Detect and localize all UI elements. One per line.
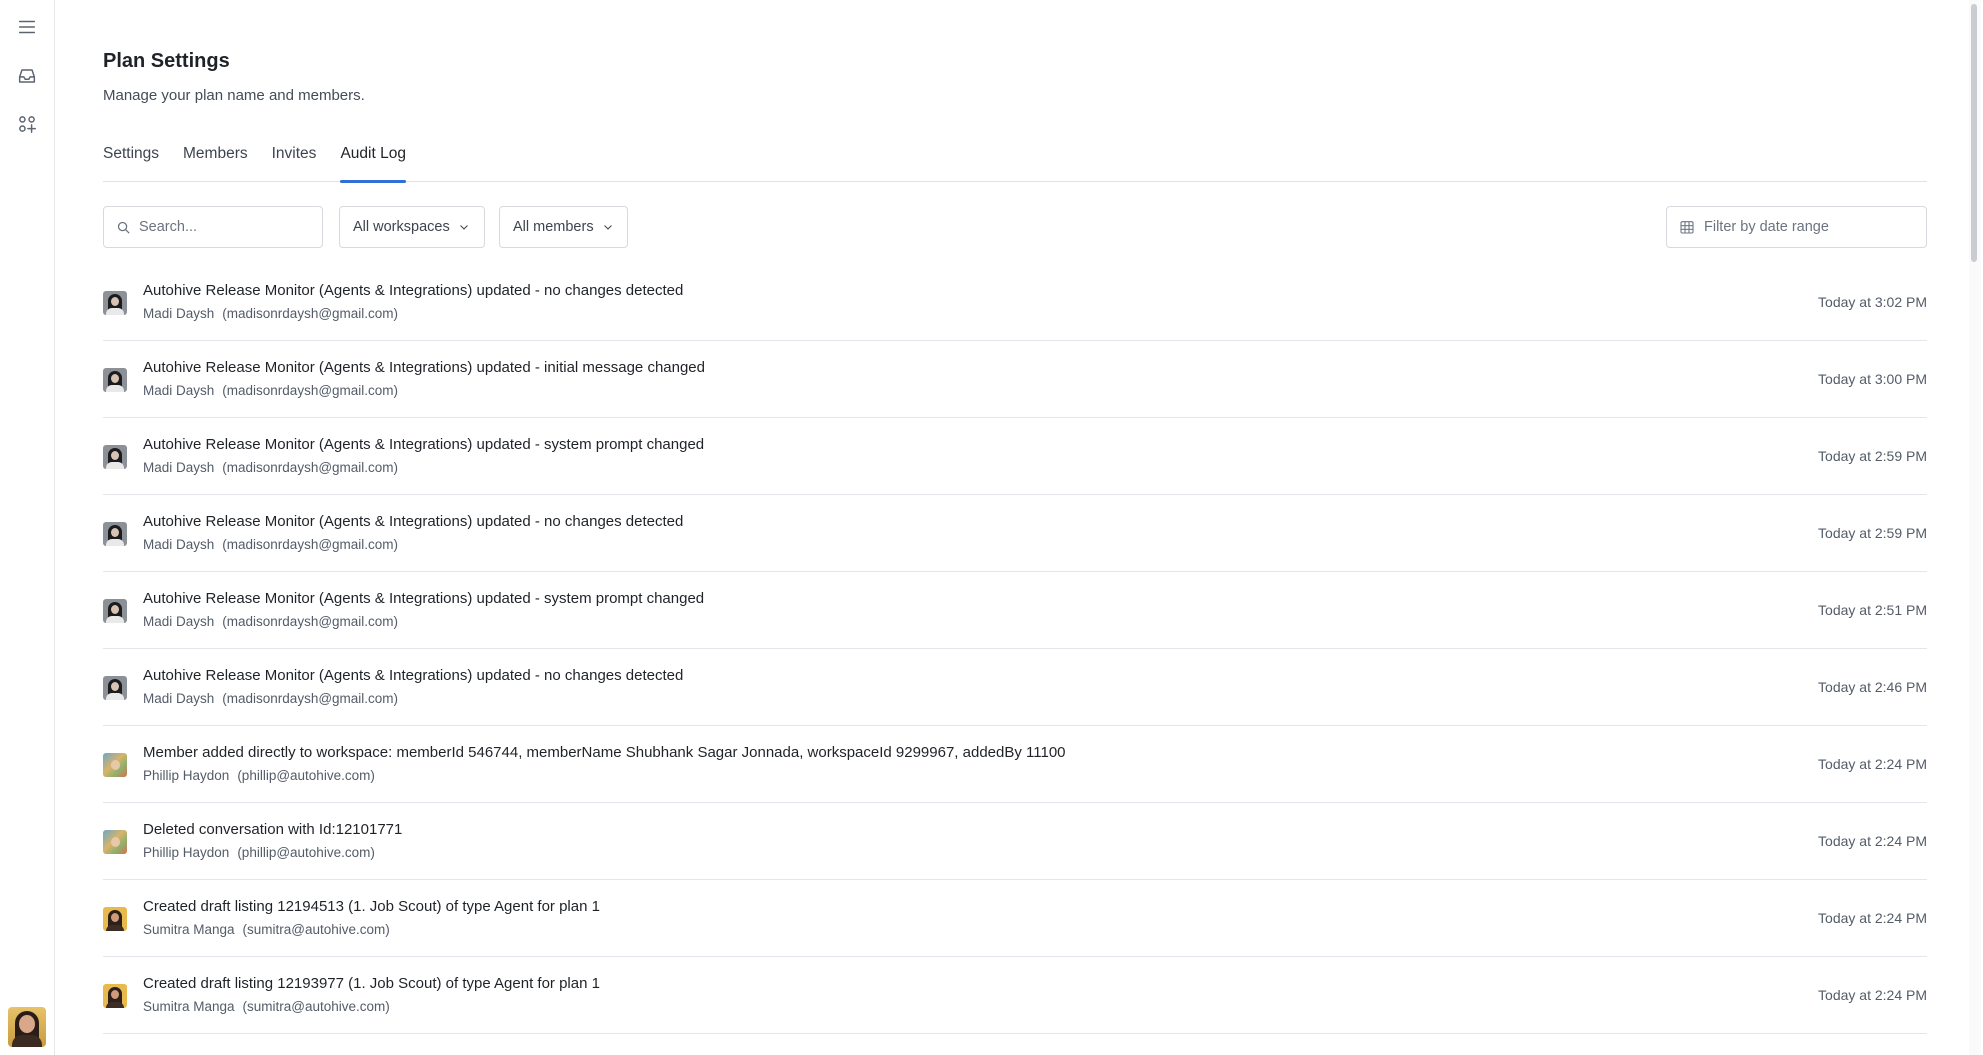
audit-log-row[interactable]: Created draft listing 12194513 (1. Job S… [103, 880, 1927, 957]
log-timestamp: Today at 2:59 PM [1818, 525, 1927, 541]
log-user: Phillip Haydon (phillip@autohive.com) [143, 845, 375, 860]
log-user: Sumitra Manga (sumitra@autohive.com) [143, 922, 390, 937]
user-avatar [103, 368, 127, 392]
log-timestamp: Today at 3:00 PM [1818, 371, 1927, 387]
log-user-email: (madisonrdaysh@gmail.com) [222, 614, 399, 629]
page-title: Plan Settings [103, 50, 230, 72]
log-message: Member added directly to workspace: memb… [143, 744, 1066, 761]
log-timestamp: Today at 2:24 PM [1818, 987, 1927, 1003]
log-user: Madi Daysh (madisonrdaysh@gmail.com) [143, 306, 398, 321]
log-user-name: Phillip Haydon [143, 845, 230, 860]
user-avatar[interactable] [8, 1007, 46, 1047]
log-user: Madi Daysh (madisonrdaysh@gmail.com) [143, 537, 398, 552]
log-user-email: (madisonrdaysh@gmail.com) [222, 691, 399, 706]
log-message: Autohive Release Monitor (Agents & Integ… [143, 436, 705, 453]
log-timestamp: Today at 2:24 PM [1818, 756, 1927, 772]
audit-log-row[interactable]: Autohive Release Monitor (Agents & Integ… [103, 495, 1927, 572]
date-range-placeholder: Filter by date range [1704, 219, 1829, 235]
log-user-name: Phillip Haydon [143, 768, 230, 783]
search-input[interactable] [139, 219, 309, 235]
search-icon [117, 221, 130, 234]
log-user: Sumitra Manga (sumitra@autohive.com) [143, 999, 390, 1014]
user-avatar [103, 445, 127, 469]
tab-members[interactable]: Members [183, 143, 248, 182]
audit-log-row[interactable]: Autohive Release Monitor (Agents & Integ… [103, 572, 1927, 649]
log-user-name: Sumitra Manga [143, 999, 235, 1014]
chevron-down-icon [603, 225, 612, 230]
log-timestamp: Today at 2:24 PM [1818, 833, 1927, 849]
page-subtitle: Manage your plan name and members. [103, 87, 365, 104]
log-message: Autohive Release Monitor (Agents & Integ… [143, 667, 684, 684]
log-timestamp: Today at 2:24 PM [1818, 910, 1927, 926]
user-avatar [103, 830, 127, 854]
log-message: Autohive Release Monitor (Agents & Integ… [143, 282, 684, 299]
log-user-email: (phillip@autohive.com) [237, 845, 375, 860]
user-avatar [103, 907, 127, 931]
log-user-name: Madi Daysh [143, 537, 215, 552]
audit-log-row[interactable]: Created draft listing 12193977 (1. Job S… [103, 957, 1927, 1034]
user-avatar [103, 676, 127, 700]
log-message: Created draft listing 12193977 (1. Job S… [143, 975, 600, 992]
log-user-name: Sumitra Manga [143, 922, 235, 937]
log-user-name: Madi Daysh [143, 306, 215, 321]
log-user-email: (sumitra@autohive.com) [242, 922, 390, 937]
tab-audit-log[interactable]: Audit Log [340, 143, 406, 183]
tab-settings[interactable]: Settings [103, 143, 159, 182]
date-range-filter[interactable]: Filter by date range [1666, 206, 1927, 248]
search-box[interactable] [103, 206, 323, 248]
log-user-name: Madi Daysh [143, 691, 215, 706]
log-user-email: (madisonrdaysh@gmail.com) [222, 537, 399, 552]
log-timestamp: Today at 2:51 PM [1818, 602, 1927, 618]
tab-invites[interactable]: Invites [272, 143, 317, 182]
user-avatar [103, 599, 127, 623]
log-message: Autohive Release Monitor (Agents & Integ… [143, 359, 705, 376]
audit-log-row[interactable]: Deleted conversation with Id:12101771 Ph… [103, 803, 1927, 880]
user-avatar [103, 984, 127, 1008]
audit-log-list: Autohive Release Monitor (Agents & Integ… [103, 264, 1927, 1034]
scrollbar-thumb[interactable] [1971, 4, 1977, 262]
log-user: Phillip Haydon (phillip@autohive.com) [143, 768, 375, 783]
log-message: Deleted conversation with Id:12101771 [143, 821, 403, 838]
audit-log-row[interactable]: Member added directly to workspace: memb… [103, 726, 1927, 803]
log-user-email: (madisonrdaysh@gmail.com) [222, 383, 399, 398]
user-avatar [103, 522, 127, 546]
log-user-name: Madi Daysh [143, 614, 215, 629]
log-user-name: Madi Daysh [143, 460, 215, 475]
inbox-icon[interactable] [14, 63, 40, 89]
audit-log-row[interactable]: Autohive Release Monitor (Agents & Integ… [103, 264, 1927, 341]
log-user-email: (sumitra@autohive.com) [242, 999, 390, 1014]
audit-log-row[interactable]: Autohive Release Monitor (Agents & Integ… [103, 418, 1927, 495]
user-avatar [103, 291, 127, 315]
workspaces-dropdown-label: All workspaces [353, 219, 450, 235]
apps-icon[interactable] [14, 111, 40, 137]
log-user-name: Madi Daysh [143, 383, 215, 398]
workspaces-dropdown[interactable]: All workspaces [339, 206, 485, 248]
page-scrollbar[interactable] [1969, 0, 1981, 1055]
log-timestamp: Today at 3:02 PM [1818, 294, 1927, 310]
chevron-down-icon [459, 225, 468, 230]
log-message: Created draft listing 12194513 (1. Job S… [143, 898, 600, 915]
user-avatar [103, 753, 127, 777]
log-user-email: (phillip@autohive.com) [237, 768, 375, 783]
audit-log-row[interactable]: Autohive Release Monitor (Agents & Integ… [103, 649, 1927, 726]
log-user: Madi Daysh (madisonrdaysh@gmail.com) [143, 614, 398, 629]
log-user: Madi Daysh (madisonrdaysh@gmail.com) [143, 383, 398, 398]
log-message: Autohive Release Monitor (Agents & Integ… [143, 513, 684, 530]
menu-icon[interactable] [14, 14, 40, 40]
audit-log-row[interactable]: Autohive Release Monitor (Agents & Integ… [103, 341, 1927, 418]
log-user-email: (madisonrdaysh@gmail.com) [222, 460, 399, 475]
calendar-icon [1680, 221, 1694, 234]
log-user: Madi Daysh (madisonrdaysh@gmail.com) [143, 691, 398, 706]
members-dropdown-label: All members [513, 219, 594, 235]
log-timestamp: Today at 2:59 PM [1818, 448, 1927, 464]
members-dropdown[interactable]: All members [499, 206, 628, 248]
filter-bar: All workspaces All members Filter by dat… [103, 206, 1927, 248]
log-message: Autohive Release Monitor (Agents & Integ… [143, 590, 705, 607]
log-user: Madi Daysh (madisonrdaysh@gmail.com) [143, 460, 398, 475]
log-user-email: (madisonrdaysh@gmail.com) [222, 306, 399, 321]
log-timestamp: Today at 2:46 PM [1818, 679, 1927, 695]
left-rail [0, 0, 55, 1055]
tab-bar: Settings Members Invites Audit Log [103, 143, 1927, 183]
